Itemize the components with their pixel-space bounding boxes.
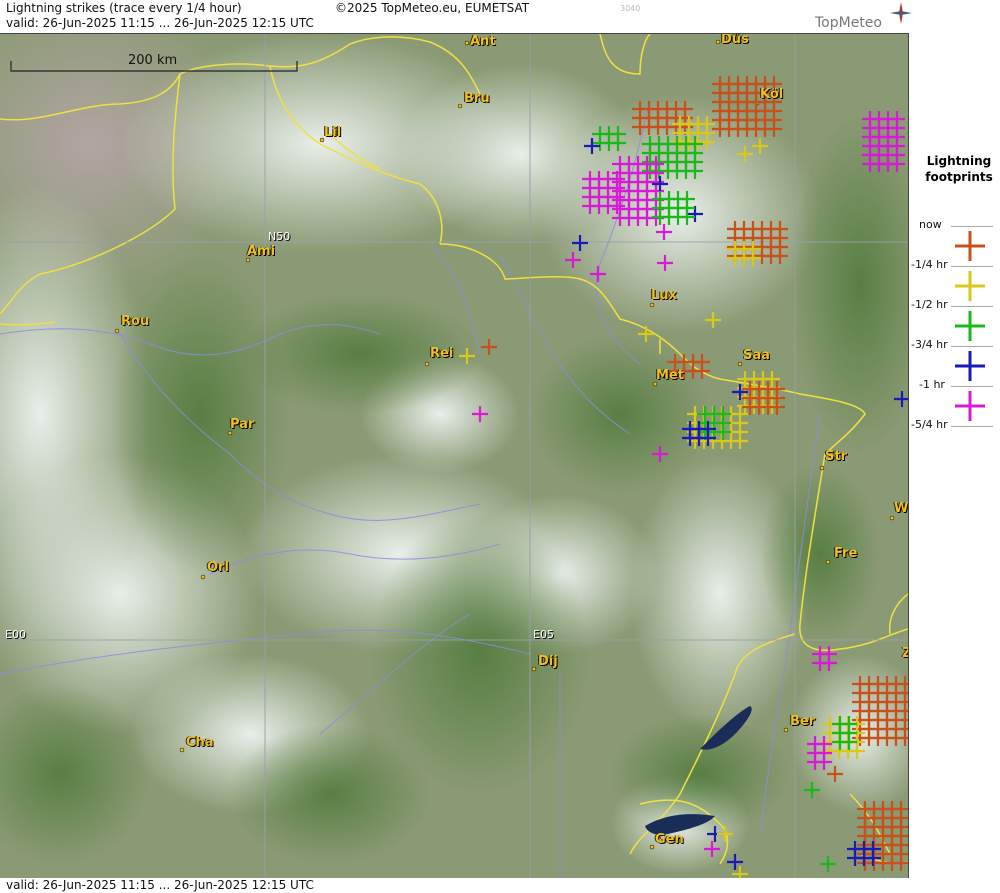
city-label-par: Par [230,417,255,432]
city-label-bru: Bru [464,91,490,106]
city-label-kol: Köl [760,87,784,102]
brand-logo: TopMeteo [815,15,882,31]
legend-label-now: now [919,218,942,231]
city-label-dij: Dij [538,654,558,669]
legend-label-five-quarter: -5/4 hr [911,418,948,431]
cross-icon-half [955,311,985,341]
legend-divider [951,226,993,227]
legend-label-three-quarter: -3/4 hr [911,338,948,351]
cross-icon-one-hour [955,391,985,421]
city-label-z: Z [902,646,908,661]
cross-icon-quarter [955,271,985,301]
copyright: ©2025 TopMeteo.eu, EUMETSAT [335,1,530,15]
header-bar: Lightning strikes (trace every 1/4 hour)… [0,0,1000,33]
valid-time: valid: 26-Jun-2025 11:15 ... 26-Jun-2025… [6,16,314,30]
footer-bar: valid: 26-Jun-2025 11:15 ... 26-Jun-2025… [0,878,1000,893]
legend-label-quarter: -1/4 hr [911,258,948,271]
city-label-orl: Orl [207,560,229,575]
legend-divider [951,346,993,347]
legend-label-one-hour: -1 hr [919,378,945,391]
city-label-rei: Rei [430,346,454,361]
city-label-ant: Ant [470,34,496,49]
scale-label: 200 km [128,53,178,68]
grid-label-e05: E05 [533,628,554,641]
image-number: 3040 [620,4,641,13]
map-title: Lightning strikes (trace every 1/4 hour) [6,1,242,15]
cross-icon-now [955,231,985,261]
legend-panel: Lightning footprints now -1/4 hr -1/2 hr… [909,33,1000,878]
legend-label-half: -1/2 hr [911,298,948,311]
legend-divider [951,266,993,267]
satellite-map[interactable]: 200 km N50 E00 E05 Ant Düs Bru Köl Lil A… [0,33,909,879]
city-label-ami: Ami [247,244,276,259]
legend-divider [951,306,993,307]
city-label-lux: Lux [651,288,677,303]
footer-valid-time: valid: 26-Jun-2025 11:15 ... 26-Jun-2025… [6,878,314,892]
city-label-fre: Fre [834,546,858,561]
grid-label-n50: N50 [268,230,291,243]
cross-icon-three-quarter [955,351,985,381]
city-label-wi: Wi [894,501,909,516]
legend-divider [951,426,993,427]
legend-divider [951,386,993,387]
city-label-lil: Lil [324,125,342,140]
city-label-met: Met [656,368,684,383]
grid-label-e00: E00 [5,628,26,641]
city-label-rou: Rou [121,314,150,329]
city-label-gen: Gen [655,832,684,847]
city-label-dus: Düs [721,33,749,47]
compass-icon [890,2,912,24]
city-label-ber: Ber [790,714,816,729]
legend-title: Lightning footprints [925,154,993,184]
city-label-cha: Cha [186,735,214,750]
city-label-saa: Saa [743,348,770,363]
city-label-str: Str [825,449,847,464]
